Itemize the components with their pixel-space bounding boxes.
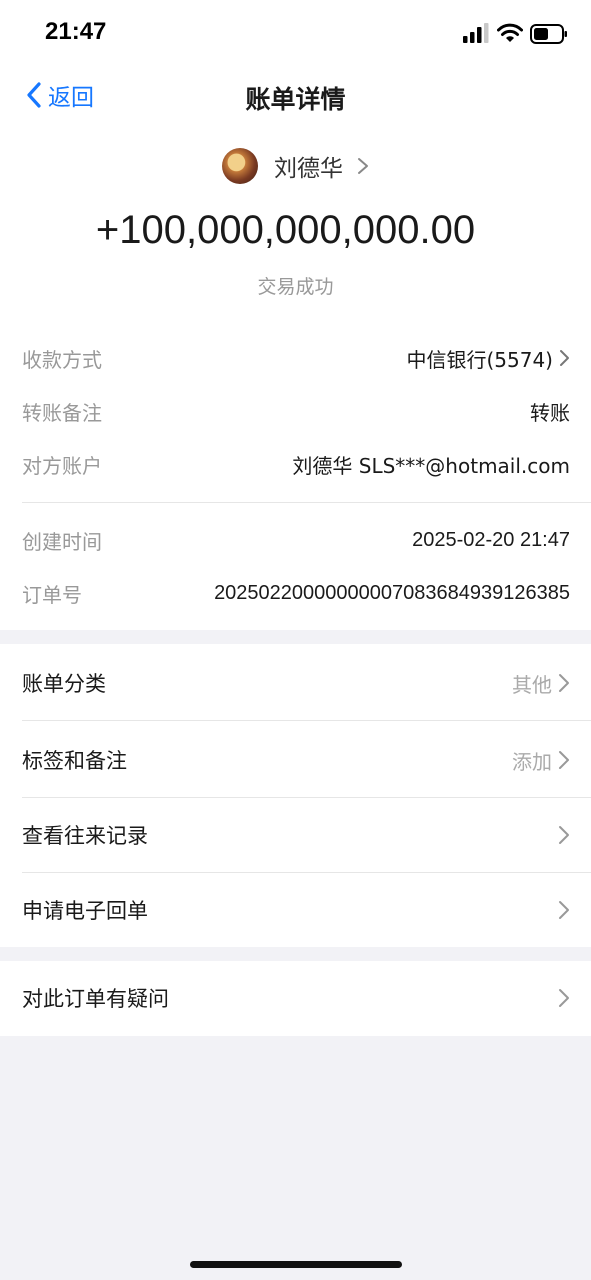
chevron-right-icon bbox=[559, 751, 569, 769]
amount: +100,000,000,000.00 bbox=[95, 208, 476, 252]
list-item-tags-notes[interactable]: 标签和备注 添加 bbox=[22, 744, 570, 776]
divider bbox=[22, 720, 591, 721]
list-item-view-history[interactable]: 查看往来记录 bbox=[22, 819, 570, 851]
detail-value: 刘德华 SLS***@hotmail.com bbox=[292, 453, 570, 478]
list-item-bill-category[interactable]: 账单分类 其他 bbox=[22, 667, 570, 699]
detail-row-note: 转账备注 转账 bbox=[22, 396, 570, 426]
bill-details: 收款方式 中信银行(5574) 转账备注 转账 对方账户 刘德华 SLS***@… bbox=[0, 318, 591, 630]
navigation-bar: 返回 账单详情 bbox=[0, 66, 591, 128]
divider bbox=[22, 797, 591, 798]
list-item-value bbox=[552, 825, 570, 845]
wifi-icon bbox=[497, 23, 523, 42]
divider bbox=[22, 502, 591, 503]
home-indicator[interactable] bbox=[190, 1261, 402, 1268]
payee-link[interactable]: 刘德华 bbox=[0, 148, 591, 184]
detail-label: 转账备注 bbox=[22, 400, 102, 425]
detail-label: 订单号 bbox=[22, 582, 82, 607]
detail-row-created-time: 创建时间 2025-02-20 21:47 bbox=[22, 525, 570, 555]
list-item-value bbox=[552, 900, 570, 920]
question-section: 对此订单有疑问 bbox=[0, 961, 591, 1036]
chevron-right-icon bbox=[559, 901, 569, 919]
chevron-right-icon bbox=[559, 674, 569, 692]
chevron-right-icon bbox=[358, 158, 368, 174]
detail-label: 收款方式 bbox=[22, 347, 102, 372]
list-item-label: 申请电子回单 bbox=[22, 899, 148, 923]
transaction-status: 交易成功 bbox=[257, 276, 334, 298]
detail-value: 2025-02-20 21:47 bbox=[412, 528, 570, 551]
page-title: 账单详情 bbox=[245, 85, 346, 114]
chevron-right-icon bbox=[559, 989, 569, 1007]
detail-value: 中信银行(5574) bbox=[406, 344, 570, 373]
status-time: 21:47 bbox=[45, 18, 107, 45]
list-item-order-question[interactable]: 对此订单有疑问 bbox=[22, 982, 570, 1014]
payee-name: 刘德华 bbox=[274, 156, 343, 182]
list-item-label: 标签和备注 bbox=[22, 749, 127, 773]
list-item-label: 对此订单有疑问 bbox=[22, 987, 169, 1011]
detail-value: 20250220000000007083684939126385 bbox=[214, 581, 570, 604]
avatar bbox=[222, 148, 258, 184]
detail-row-payment-method[interactable]: 收款方式 中信银行(5574) bbox=[22, 343, 570, 373]
divider bbox=[22, 872, 591, 873]
list-item-e-receipt[interactable]: 申请电子回单 bbox=[22, 894, 570, 926]
detail-value: 转账 bbox=[530, 400, 570, 425]
chevron-right-icon bbox=[559, 826, 569, 844]
list-item-value: 其他 bbox=[512, 669, 570, 698]
signal-icon bbox=[463, 23, 489, 43]
list-item-value: 添加 bbox=[512, 746, 570, 775]
detail-label: 对方账户 bbox=[22, 453, 102, 478]
list-item-value bbox=[552, 988, 570, 1008]
detail-label: 创建时间 bbox=[22, 529, 102, 554]
list-item-label: 账单分类 bbox=[22, 672, 106, 696]
list-item-label: 查看往来记录 bbox=[22, 824, 148, 848]
detail-row-order-number[interactable]: 订单号 20250220000000007083684939126385 bbox=[22, 578, 570, 608]
detail-row-counterparty-account: 对方账户 刘德华 SLS***@hotmail.com bbox=[22, 449, 570, 479]
chevron-right-icon bbox=[560, 350, 569, 366]
action-list: 账单分类 其他 标签和备注 添加 查看往来记录 申请电子回单 bbox=[0, 644, 591, 947]
status-bar: 21:47 bbox=[0, 0, 591, 66]
bill-header: 刘德华 +100,000,000,000.00 交易成功 bbox=[0, 128, 591, 318]
battery-icon bbox=[530, 24, 567, 44]
